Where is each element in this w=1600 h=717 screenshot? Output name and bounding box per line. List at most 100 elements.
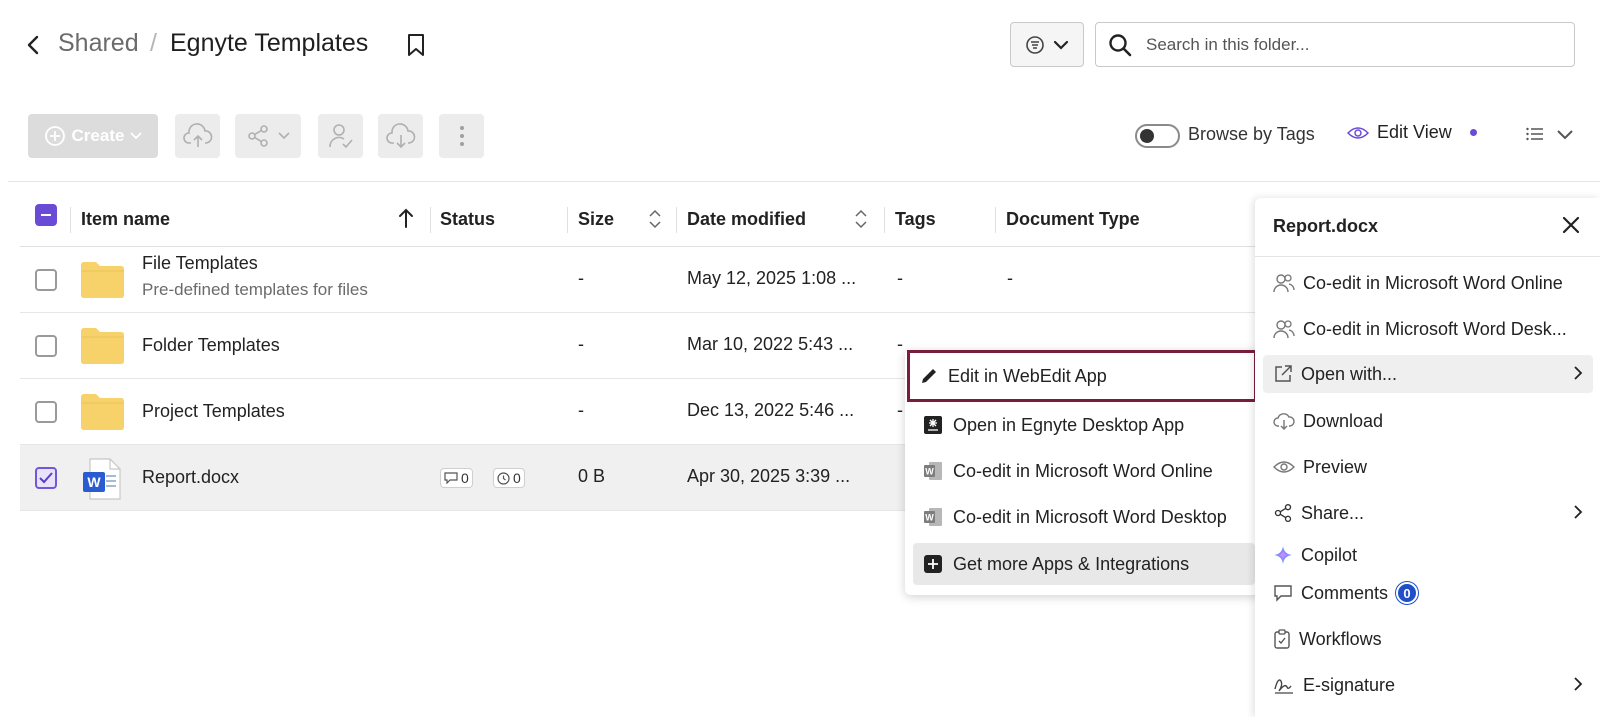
item-name[interactable]: File Templates	[142, 253, 258, 274]
item-description: Pre-defined templates for files	[142, 280, 368, 299]
column-header-date-modified[interactable]: Date modified	[687, 209, 806, 230]
chevron-down-icon	[1557, 129, 1573, 139]
row-checkbox[interactable]	[35, 401, 57, 423]
clipboard-check-icon	[1274, 629, 1290, 649]
row-checkbox[interactable]	[35, 467, 57, 489]
unsaved-indicator-dot	[1470, 129, 1477, 136]
share-dropdown-button[interactable]	[235, 114, 301, 158]
column-header-tags[interactable]: Tags	[895, 209, 936, 230]
edit-view-button[interactable]: Edit View	[1347, 122, 1452, 143]
word-gray-icon: W	[924, 462, 942, 480]
panel-item-copilot[interactable]: Copilot	[1263, 536, 1593, 574]
chevron-down-icon	[130, 132, 143, 140]
sort-both-icon	[855, 209, 867, 229]
signature-icon	[1274, 679, 1293, 694]
column-header-item-name[interactable]: Item name	[81, 209, 170, 230]
menu-item-edit-in-webedit[interactable]: Edit in WebEdit App	[907, 350, 1257, 402]
panel-item-workflows[interactable]: Workflows	[1263, 620, 1593, 658]
menu-item-get-more-apps[interactable]: Get more Apps & Integrations	[913, 543, 1255, 585]
column-header-document-type[interactable]: Document Type	[1006, 209, 1140, 230]
clock-icon	[497, 471, 510, 485]
more-vertical-icon	[459, 126, 464, 146]
download-button[interactable]	[378, 114, 423, 158]
column-header-status[interactable]: Status	[440, 209, 495, 230]
create-button[interactable]: Create	[28, 114, 158, 158]
egnyte-desktop-icon	[924, 416, 942, 434]
menu-item-coedit-word-desktop[interactable]: W Co-edit in Microsoft Word Desktop	[913, 497, 1255, 537]
open-with-submenu: Edit in WebEdit App Open in Egnyte Deskt…	[905, 350, 1263, 595]
back-button[interactable]	[22, 30, 44, 60]
item-name[interactable]: Project Templates	[142, 401, 285, 422]
folder-icon	[81, 394, 124, 430]
share-icon	[1274, 504, 1292, 522]
users-icon	[1273, 320, 1295, 339]
item-date-modified: Mar 10, 2022 5:43 ...	[687, 334, 854, 354]
bookmark-button[interactable]	[405, 31, 427, 59]
chevron-right-icon	[1574, 505, 1583, 519]
filter-icon	[1026, 35, 1044, 54]
column-header-size[interactable]: Size	[578, 209, 614, 230]
chevron-left-icon	[27, 35, 39, 55]
list-view-icon	[1526, 127, 1543, 141]
browse-by-tags-label: Browse by Tags	[1188, 124, 1315, 144]
upload-button[interactable]	[175, 114, 220, 158]
more-actions-button[interactable]	[439, 114, 484, 158]
close-panel-button[interactable]	[1560, 214, 1582, 236]
item-date-modified: Dec 13, 2022 5:46 ...	[687, 400, 855, 420]
panel-item-comments[interactable]: Comments 0	[1263, 574, 1593, 612]
filter-dropdown-button[interactable]	[1010, 22, 1084, 67]
item-document-type: -	[1007, 268, 1013, 288]
panel-item-open-with[interactable]: Open with...	[1263, 355, 1593, 393]
panel-item-esignature[interactable]: E-signature	[1263, 666, 1593, 704]
share-icon	[248, 125, 268, 147]
toolbar-divider	[8, 181, 1600, 182]
close-icon	[1562, 216, 1580, 234]
cloud-upload-icon	[182, 123, 212, 147]
svg-text:W: W	[925, 513, 934, 523]
item-name[interactable]: Report.docx	[142, 467, 239, 488]
svg-text:W: W	[925, 467, 934, 477]
row-checkbox[interactable]	[35, 269, 57, 291]
panel-item-share[interactable]: Share...	[1263, 494, 1593, 532]
comments-count-chip[interactable]: 0	[440, 468, 473, 488]
versions-count: 0	[513, 470, 521, 486]
panel-item-coedit-word-online[interactable]: Co-edit in Microsoft Word Online	[1263, 264, 1593, 302]
browse-by-tags-toggle[interactable]	[1135, 124, 1180, 148]
comments-badge: 0	[1396, 582, 1419, 604]
svg-text:W: W	[87, 474, 101, 490]
item-tags: -	[897, 334, 903, 354]
breadcrumb-shared[interactable]: Shared	[58, 29, 139, 58]
item-size: 0 B	[578, 466, 606, 486]
comment-icon	[1274, 585, 1292, 602]
users-icon	[1273, 274, 1295, 293]
view-mode-dropdown[interactable]	[1520, 121, 1580, 147]
search-box[interactable]	[1095, 22, 1575, 67]
breadcrumb-separator: /	[150, 29, 157, 57]
menu-item-coedit-word-online[interactable]: W Co-edit in Microsoft Word Online	[913, 451, 1255, 491]
pencil-icon	[922, 369, 936, 383]
chevron-right-icon	[1574, 677, 1583, 691]
chevron-down-icon	[1053, 40, 1069, 50]
panel-item-preview[interactable]: Preview	[1263, 448, 1593, 486]
copilot-sparkle-icon	[1274, 546, 1292, 564]
sort-ascending-icon	[399, 208, 413, 228]
search-input[interactable]	[1146, 23, 1556, 66]
item-size: -	[578, 268, 584, 288]
plus-circle-icon	[44, 126, 65, 146]
row-checkbox[interactable]	[35, 335, 57, 357]
cloud-download-icon	[385, 123, 415, 149]
folder-icon	[81, 262, 124, 298]
table-row[interactable]: File Templates Pre-defined templates for…	[20, 247, 1255, 313]
chevron-down-icon	[278, 132, 290, 140]
table-header: Item name Status Size Date modified Tags…	[20, 195, 1255, 247]
select-all-checkbox[interactable]	[35, 204, 57, 226]
item-name[interactable]: Folder Templates	[142, 335, 280, 356]
panel-item-download[interactable]: Download	[1263, 402, 1593, 440]
menu-item-open-in-egnyte-desktop[interactable]: Open in Egnyte Desktop App	[913, 405, 1255, 445]
item-date-modified: Apr 30, 2025 3:39 ...	[687, 466, 851, 486]
versions-count-chip[interactable]: 0	[493, 468, 525, 488]
request-review-button[interactable]	[318, 114, 363, 158]
item-tags: -	[897, 400, 903, 420]
panel-item-coedit-word-desktop[interactable]: Co-edit in Microsoft Word Desk...	[1263, 310, 1593, 348]
search-icon	[1108, 33, 1132, 57]
